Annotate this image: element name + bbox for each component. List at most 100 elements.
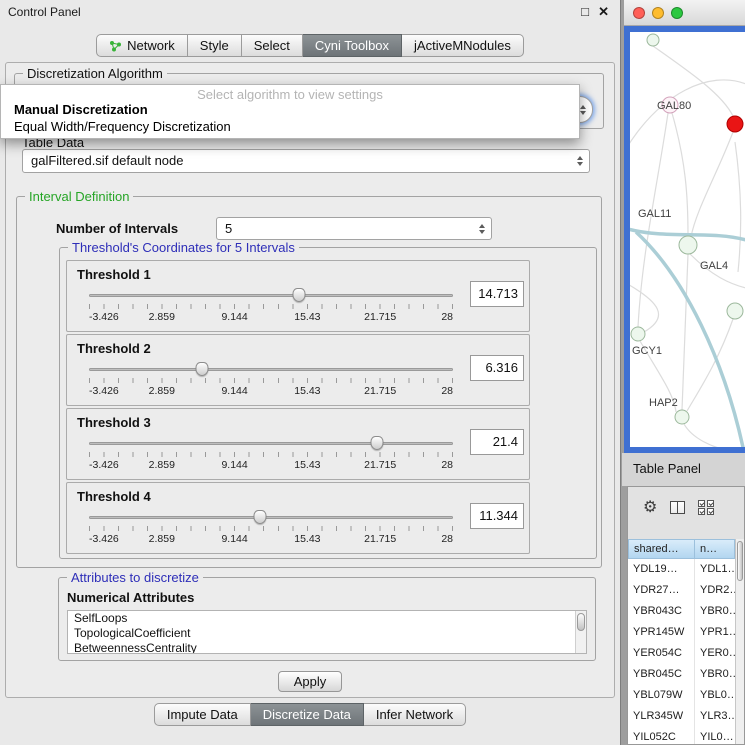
table-cell[interactable]: YBL0… <box>695 685 735 706</box>
number-of-intervals-label: Number of Intervals <box>56 221 178 236</box>
network-edge <box>735 142 741 272</box>
table-data-combobox[interactable]: galFiltered.sif default node <box>22 149 590 173</box>
table-row[interactable]: YBL079WYBL0… <box>628 685 735 706</box>
scale-label: 28 <box>441 533 453 545</box>
table-cell[interactable]: YBR043C <box>628 601 695 622</box>
threshold-slider[interactable]: -3.4262.8599.14415.4321.71528 <box>89 436 453 474</box>
select-columns-icon[interactable] <box>698 500 715 515</box>
network-node[interactable] <box>631 327 645 341</box>
scrollbar-thumb[interactable] <box>737 541 743 581</box>
table-row[interactable]: YIL052CYIL0… <box>628 727 735 744</box>
table-cell[interactable]: YBR045C <box>628 664 695 685</box>
tab-top-jactivemnodules[interactable]: jActiveMNodules <box>402 34 524 57</box>
column-header[interactable]: n… <box>695 539 735 559</box>
attributes-group: Attributes to discretize Numerical Attri… <box>58 577 596 661</box>
tab-top-network[interactable]: Network <box>96 34 188 57</box>
threshold-value-field[interactable]: 6.316 <box>470 355 524 381</box>
tab-bottom-infer-network[interactable]: Infer Network <box>364 703 466 726</box>
number-of-intervals-spinner[interactable]: 5 <box>216 217 492 240</box>
threshold-slider[interactable]: -3.4262.8599.14415.4321.71528 <box>89 362 453 400</box>
algorithm-option-manual-discretization[interactable]: Manual Discretization <box>1 101 579 118</box>
scale-label: 15.43 <box>294 533 320 545</box>
scale-label: 9.144 <box>221 385 247 397</box>
table-row[interactable]: YLR345WYLR3… <box>628 706 735 727</box>
bottom-tab-bar: Impute DataDiscretize DataInfer Network <box>0 703 620 726</box>
table-cell[interactable]: YER054C <box>628 643 695 664</box>
algorithm-option-equal-width-frequency-discretization[interactable]: Equal Width/Frequency Discretization <box>1 118 579 135</box>
table-cell[interactable]: YDL19… <box>628 559 695 580</box>
table-row[interactable]: YBR043CYBR0… <box>628 601 735 622</box>
scrollbar-thumb[interactable] <box>577 613 585 631</box>
network-node[interactable] <box>679 236 697 254</box>
table-row[interactable]: YBR045CYBR0… <box>628 664 735 685</box>
slider-thumb[interactable] <box>293 288 306 302</box>
columns-icon[interactable] <box>670 501 685 514</box>
scale-label: 2.859 <box>149 385 175 397</box>
slider-scale: -3.4262.8599.14415.4321.71528 <box>89 533 453 546</box>
threshold-slider[interactable]: -3.4262.8599.14415.4321.71528 <box>89 288 453 326</box>
zoom-traffic-light-icon[interactable] <box>671 7 683 19</box>
minimize-traffic-light-icon[interactable] <box>652 7 664 19</box>
threshold-value-field[interactable]: 14.713 <box>470 281 524 307</box>
network-graph[interactable]: GAL80GAL11GAL4GCY1HAP2 <box>630 32 745 447</box>
network-edge <box>691 132 733 237</box>
table-cell[interactable]: YIL0… <box>695 727 735 744</box>
list-item[interactable]: TopologicalCoefficient <box>68 626 586 641</box>
table-cell[interactable]: YDR2… <box>695 580 735 601</box>
slider-thumb[interactable] <box>254 510 267 524</box>
table-data-value: galFiltered.sif default node <box>23 150 589 172</box>
list-item[interactable]: BetweennessCentrality <box>68 641 586 654</box>
list-scrollbar[interactable] <box>575 611 586 653</box>
table-cell[interactable]: YLR3… <box>695 706 735 727</box>
table-cell[interactable]: YPR1… <box>695 622 735 643</box>
tab-top-style[interactable]: Style <box>188 34 242 57</box>
slider-thumb[interactable] <box>370 436 383 450</box>
threshold-slider[interactable]: -3.4262.8599.14415.4321.71528 <box>89 510 453 548</box>
tab-bottom-discretize-data[interactable]: Discretize Data <box>251 703 364 726</box>
slider-track <box>89 442 453 445</box>
combo-arrows-icon <box>577 156 583 166</box>
threshold-value-field[interactable]: 21.4 <box>470 429 524 455</box>
tab-label: Cyni Toolbox <box>315 38 389 53</box>
numerical-attributes-list[interactable]: SelfLoopsTopologicalCoefficientBetweenne… <box>67 610 587 654</box>
apply-button[interactable]: Apply <box>278 671 342 692</box>
scale-label: -3.426 <box>89 459 119 471</box>
network-canvas[interactable]: GAL80GAL11GAL4GCY1HAP2 <box>630 32 745 447</box>
numerical-attributes-heading: Numerical Attributes <box>67 590 194 605</box>
tab-bottom-impute-data[interactable]: Impute Data <box>154 703 251 726</box>
scale-label: 21.715 <box>364 533 396 545</box>
list-item[interactable]: SelfLoops <box>68 611 586 626</box>
close-traffic-light-icon[interactable] <box>633 7 645 19</box>
tab-top-select[interactable]: Select <box>242 34 303 57</box>
threshold-panel: Threshold 2-3.4262.8599.14415.4321.71528… <box>66 334 530 406</box>
table-row[interactable]: YDL19…YDL1… <box>628 559 735 580</box>
table-header: shared…n… <box>628 539 735 559</box>
column-header[interactable]: shared… <box>628 539 695 559</box>
table-row[interactable]: YDR27…YDR2… <box>628 580 735 601</box>
table-row[interactable]: YER054CYER0… <box>628 643 735 664</box>
table-cell[interactable]: YBR0… <box>695 601 735 622</box>
table-cell[interactable]: YBL079W <box>628 685 695 706</box>
threshold-value-field[interactable]: 11.344 <box>470 503 524 529</box>
table-cell[interactable]: YPR145W <box>628 622 695 643</box>
network-node[interactable] <box>647 34 659 46</box>
table-cell[interactable]: YBR0… <box>695 664 735 685</box>
threshold-panel: Threshold 3-3.4262.8599.14415.4321.71528… <box>66 408 530 480</box>
table-cell[interactable]: YLR345W <box>628 706 695 727</box>
threshold-label: Threshold 1 <box>77 267 151 282</box>
table-cell[interactable]: YIL052C <box>628 727 695 744</box>
minimize-icon[interactable]: □ <box>581 4 589 19</box>
table-cell[interactable]: YDR27… <box>628 580 695 601</box>
close-icon[interactable]: ✕ <box>598 4 609 20</box>
slider-thumb[interactable] <box>195 362 208 376</box>
network-node[interactable] <box>727 116 743 132</box>
table-scrollbar[interactable] <box>735 539 744 744</box>
gear-icon[interactable]: ⚙ <box>643 499 657 517</box>
table-cell[interactable]: YER0… <box>695 643 735 664</box>
tab-top-cyni-toolbox[interactable]: Cyni Toolbox <box>303 34 402 57</box>
network-node[interactable] <box>727 303 743 319</box>
discretization-algorithm-title: Discretization Algorithm <box>23 66 167 81</box>
network-node[interactable] <box>675 410 689 424</box>
table-row[interactable]: YPR145WYPR1… <box>628 622 735 643</box>
table-cell[interactable]: YDL1… <box>695 559 735 580</box>
